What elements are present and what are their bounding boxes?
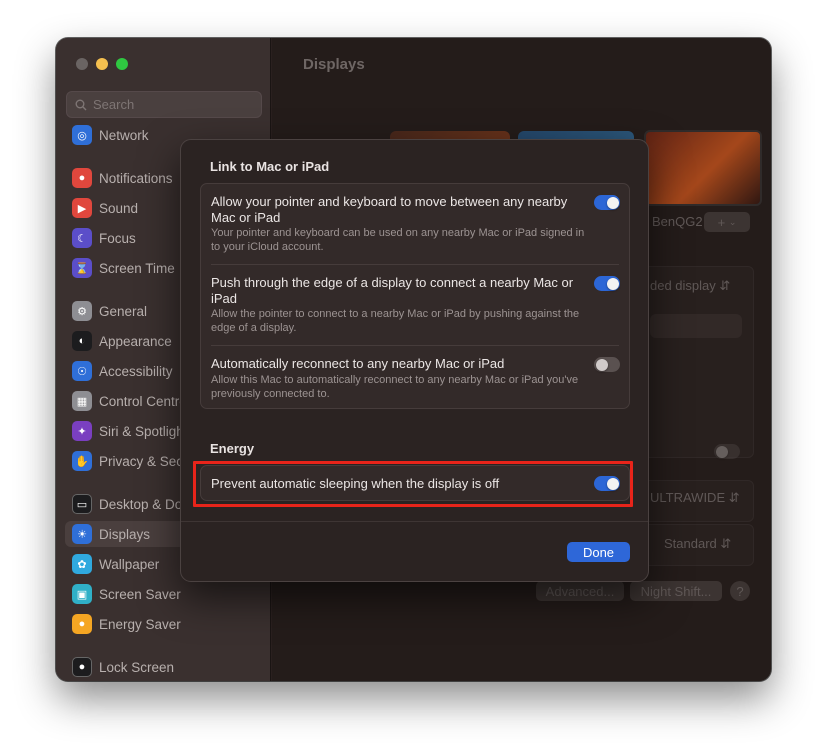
sidebar-item-screen-saver[interactable]: ▣ Screen Saver [72, 581, 262, 607]
gear-icon: ⚙ [72, 301, 92, 321]
sidebar-item-label: General [99, 303, 148, 319]
push-through-edge-toggle[interactable] [594, 276, 620, 291]
sidebar-item-label: Wallpaper [99, 556, 160, 572]
accessibility-icon: ☉ [72, 361, 92, 381]
sidebar-item-energy-saver[interactable]: ● Energy Saver [72, 611, 262, 637]
screen-saver-icon: ▣ [72, 584, 92, 604]
minimize-window-button[interactable] [96, 58, 108, 70]
sidebar-item-label: Displays [99, 526, 151, 542]
row-description: Your pointer and keyboard can be used on… [211, 227, 585, 253]
bulb-icon: ● [72, 614, 92, 634]
sidebar-item-label: Sound [99, 200, 139, 216]
row-title: Allow your pointer and keyboard to move … [211, 194, 568, 225]
sidebar-item-label: Energy Saver [99, 616, 181, 632]
auto-reconnect-toggle[interactable] [594, 357, 620, 372]
row-description: Allow this Mac to automatically reconnec… [211, 374, 579, 400]
energy-section-title: Energy [210, 441, 255, 456]
pointer-keyboard-row: Allow your pointer and keyboard to move … [201, 184, 629, 264]
push-through-edge-row: Push through the edge of a display to co… [201, 265, 629, 345]
wallpaper-icon: ✿ [72, 554, 92, 574]
sidebar-item-label: Screen Time [99, 260, 175, 276]
sidebar-item-lock-screen[interactable]: ● Lock Screen [72, 654, 262, 680]
zoom-window-button[interactable] [116, 58, 128, 70]
row-description: Allow the pointer to connect to a nearby… [211, 308, 580, 334]
sun-icon: ☀ [72, 524, 92, 544]
link-settings-group: Allow your pointer and keyboard to move … [200, 183, 630, 409]
annotation-highlight-box [193, 461, 633, 507]
lock-icon: ● [72, 657, 92, 677]
search-icon [75, 99, 87, 110]
close-window-button[interactable] [76, 58, 88, 70]
footer-divider [181, 521, 648, 522]
moon-icon: ☾ [72, 228, 92, 248]
sidebar-item-label: Control Centre [99, 393, 187, 409]
sidebar-item-label: Notifications [99, 170, 173, 186]
sidebar-item-label: Screen Saver [99, 586, 181, 602]
hand-icon: ✋ [72, 451, 92, 471]
sidebar-item-label: Appearance [99, 333, 172, 349]
bell-icon: ● [72, 168, 92, 188]
sidebar-item-label: Accessibility [99, 363, 173, 379]
link-to-mac-sheet: Link to Mac or iPad Allow your pointer a… [180, 139, 649, 582]
pointer-keyboard-toggle[interactable] [594, 195, 620, 210]
row-title: Push through the edge of a display to co… [211, 275, 574, 306]
globe-icon: ◎ [72, 125, 92, 145]
link-section-title: Link to Mac or iPad [210, 159, 330, 174]
auto-reconnect-row: Automatically reconnect to any nearby Ma… [201, 346, 629, 408]
sidebar-item-label: Siri & Spotlight [99, 423, 188, 439]
dock-icon: ▭ [72, 494, 92, 514]
siri-icon: ✦ [72, 421, 92, 441]
hourglass-icon: ⌛ [72, 258, 92, 278]
row-title: Automatically reconnect to any nearby Ma… [211, 356, 505, 371]
speaker-icon: ▶ [72, 198, 92, 218]
sidebar-item-label: Focus [99, 230, 136, 246]
search-field[interactable]: Search [66, 91, 262, 118]
sidebar-item-label: Network [99, 127, 149, 143]
control-centre-icon: ▦ [72, 391, 92, 411]
done-button[interactable]: Done [567, 542, 630, 562]
search-placeholder: Search [93, 97, 135, 112]
appearance-icon: ◐ [72, 331, 92, 351]
sidebar-item-label: Lock Screen [99, 659, 175, 675]
